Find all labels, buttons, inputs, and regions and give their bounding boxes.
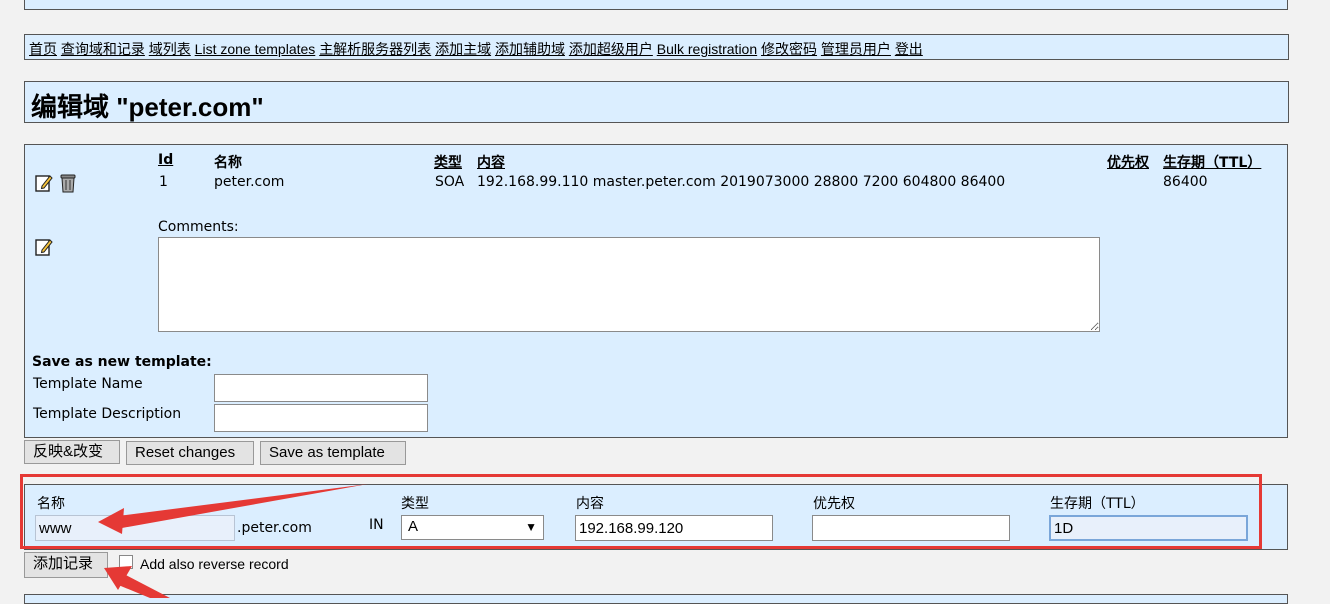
template-name-input[interactable] — [214, 374, 428, 402]
highlight-frame — [20, 474, 1262, 549]
page-title: 编辑域 "peter.com" — [31, 92, 264, 122]
nav-supermasters[interactable]: 主解析服务器列表 — [319, 41, 431, 57]
nav-bar: 首页 查询域和记录 域列表 List zone templates 主解析服务器… — [24, 34, 1289, 60]
col-header-id[interactable]: Id — [158, 152, 173, 168]
nav-logout[interactable]: 登出 — [895, 41, 923, 57]
nav-change-password[interactable]: 修改密码 — [761, 41, 817, 57]
reverse-record-checkbox[interactable] — [119, 555, 133, 569]
nav-bulk-registration[interactable]: Bulk registration — [657, 41, 757, 57]
nav-links: 首页 查询域和记录 域列表 List zone templates 主解析服务器… — [29, 39, 923, 59]
title-panel: 编辑域 "peter.com" — [24, 81, 1289, 123]
col-header-name: 名称 — [214, 155, 242, 171]
record-ttl: 86400 — [1163, 174, 1208, 190]
record-content: 192.168.99.110 master.peter.com 20190730… — [477, 174, 1006, 190]
nav-add-supermaster[interactable]: 添加超级用户 — [569, 41, 653, 57]
record-name: peter.com — [214, 174, 285, 190]
nav-zone-list[interactable]: 域列表 — [149, 41, 191, 57]
nav-zone-templates[interactable]: List zone templates — [195, 41, 316, 57]
nav-home[interactable]: 首页 — [29, 41, 57, 57]
template-desc-input[interactable] — [214, 404, 428, 432]
nav-search[interactable]: 查询域和记录 — [61, 41, 145, 57]
edit-icon[interactable] — [34, 173, 54, 197]
comments-textarea[interactable] — [158, 237, 1100, 332]
add-record-button[interactable]: 添加记录 — [24, 552, 108, 578]
trash-icon[interactable] — [58, 172, 78, 198]
col-header-content[interactable]: 内容 — [477, 152, 505, 172]
col-header-priority[interactable]: 优先权 — [1107, 152, 1149, 172]
edit-comment-icon[interactable] — [34, 237, 54, 261]
reset-changes-button[interactable]: Reset changes — [126, 441, 254, 465]
bottom-panel — [24, 594, 1288, 604]
top-panel — [24, 0, 1288, 10]
records-panel: Id 名称 类型 内容 优先权 生存期（TTL） 1 peter.com SOA… — [24, 144, 1288, 438]
nav-add-slave[interactable]: 添加辅助域 — [495, 41, 565, 57]
col-header-ttl[interactable]: 生存期（TTL） — [1163, 152, 1261, 172]
nav-admin-users[interactable]: 管理员用户 — [821, 41, 891, 57]
apply-changes-button[interactable]: 反映&改变 — [24, 440, 120, 464]
save-template-button[interactable]: Save as template — [260, 441, 406, 465]
template-name-label: Template Name — [33, 376, 143, 392]
template-heading: Save as new template: — [32, 354, 212, 370]
reverse-record-label: Add also reverse record — [140, 556, 289, 572]
template-desc-label: Template Description — [33, 406, 182, 422]
record-type: SOA — [435, 174, 465, 190]
col-header-type[interactable]: 类型 — [434, 152, 462, 172]
nav-add-master[interactable]: 添加主域 — [435, 41, 491, 57]
comments-label: Comments: — [158, 219, 239, 235]
record-id: 1 — [159, 174, 168, 190]
